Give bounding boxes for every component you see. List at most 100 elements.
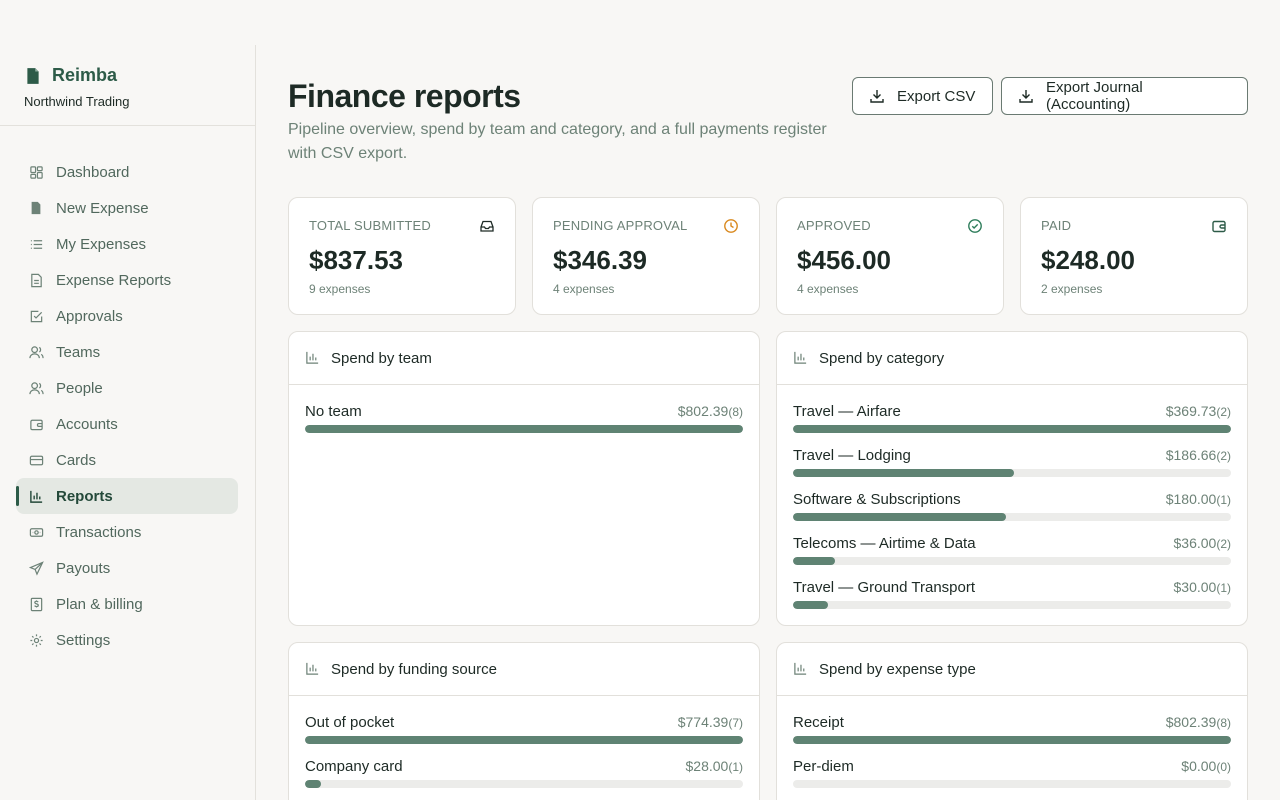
stat-subtext: 2 expenses xyxy=(1041,282,1103,296)
progress-track xyxy=(305,736,743,744)
sidebar-item-dashboard[interactable]: Dashboard xyxy=(16,154,238,190)
breakdown-row: Receipt $802.39(8) xyxy=(793,714,1231,758)
row-amount: $28.00 xyxy=(685,758,729,774)
stat-card-approved: Approved $456.00 4 expenses xyxy=(776,197,1004,315)
row-count: (1) xyxy=(1216,493,1231,507)
breakdown-row: No team $802.39(8) xyxy=(305,403,743,447)
progress-track xyxy=(793,425,1231,433)
stats-row: Total submitted $837.53 9 expenses Pendi… xyxy=(288,197,1248,315)
progress-track xyxy=(793,736,1231,744)
row-value: $802.39(8) xyxy=(1166,714,1231,731)
banknote-icon xyxy=(28,524,44,540)
row-value: $30.00(1) xyxy=(1174,579,1232,596)
progress-fill xyxy=(793,425,1231,433)
download-icon xyxy=(1018,88,1034,104)
progress-track xyxy=(793,557,1231,565)
sidebar-item-plan-billing[interactable]: Plan & billing xyxy=(16,586,238,622)
row-label: Travel — Lodging xyxy=(793,447,911,464)
people-icon xyxy=(28,380,44,396)
page-subtitle: Pipeline overview, spend by team and cat… xyxy=(288,121,827,162)
export-csv-button[interactable]: Export CSV xyxy=(852,77,993,115)
wallet-icon xyxy=(1211,218,1227,234)
panel-rows: Travel — Airfare $369.73(2) Travel — Lodgi… xyxy=(777,385,1247,623)
stat-subtext: 9 expenses xyxy=(309,282,371,296)
progress-fill xyxy=(305,425,743,433)
stat-subtext: 4 expenses xyxy=(553,282,615,296)
panel-rows: Out of pocket $774.39(7) Company card $28.0… xyxy=(289,696,759,800)
stat-label: Paid xyxy=(1041,218,1072,233)
bar-chart-icon xyxy=(28,488,44,504)
row-count: (1) xyxy=(728,760,743,774)
row-count: (0) xyxy=(1216,760,1231,774)
progress-fill xyxy=(305,736,743,744)
progress-track xyxy=(305,780,743,788)
progress-fill xyxy=(793,513,1007,521)
document-logo-icon xyxy=(24,67,42,85)
check-circle-icon xyxy=(967,218,983,234)
row-value: $369.73(2) xyxy=(1166,403,1231,420)
stat-label: Approved xyxy=(797,218,871,233)
progress-track xyxy=(305,425,743,433)
stat-value: $346.39 xyxy=(553,245,647,275)
panel-header: Spend by funding source xyxy=(289,643,759,696)
panel-rows: Receipt $802.39(8) Per-diem $0.00(0) xyxy=(777,696,1247,800)
panel-title: Spend by funding source xyxy=(331,660,497,678)
row-amount: $369.73 xyxy=(1165,403,1217,419)
page-title: Finance reports xyxy=(288,78,521,114)
row-count: (8) xyxy=(1216,716,1231,730)
panel-spend-by-category: Spend by category Travel — Airfare $369.7… xyxy=(776,331,1248,626)
sidebar-item-people[interactable]: People xyxy=(16,370,238,406)
row-label: Travel — Airfare xyxy=(793,403,901,420)
bar-chart-icon xyxy=(793,350,809,366)
row-label: Software & Subscriptions xyxy=(793,491,961,508)
row-amount: $802.39 xyxy=(677,403,729,419)
sidebar: Reimba Northwind Trading Dashboard New E… xyxy=(0,45,256,800)
row-count: (1) xyxy=(1216,581,1231,595)
sidebar-item-label: Accounts xyxy=(56,415,118,433)
row-label: No team xyxy=(305,403,362,420)
stat-card-paid: Paid $248.00 2 expenses xyxy=(1020,197,1248,315)
stat-card-total-submitted: Total submitted $837.53 9 expenses xyxy=(288,197,516,315)
row-value: $28.00(1) xyxy=(686,758,744,775)
brand: Reimba Northwind Trading xyxy=(0,45,255,126)
sidebar-item-payouts[interactable]: Payouts xyxy=(16,550,238,586)
sidebar-nav: Dashboard New Expense My Expenses Expens… xyxy=(0,126,255,658)
panel-spend-by-funding-source: Spend by funding source Out of pocket $77… xyxy=(288,642,760,800)
sidebar-item-transactions[interactable]: Transactions xyxy=(16,514,238,550)
panel-rows: No team $802.39(8) xyxy=(289,385,759,447)
panel-title: Spend by expense type xyxy=(819,660,976,678)
stat-label: Pending approval xyxy=(553,218,688,233)
check-square-icon xyxy=(28,308,44,324)
sidebar-item-label: Teams xyxy=(56,343,101,361)
sidebar-item-label: Approvals xyxy=(56,307,123,325)
sidebar-item-label: Plan & billing xyxy=(56,595,143,613)
export-journal-button[interactable]: Export Journal (Accounting) xyxy=(1001,77,1248,115)
sidebar-item-approvals[interactable]: Approvals xyxy=(16,298,238,334)
sidebar-item-cards[interactable]: Cards xyxy=(16,442,238,478)
sidebar-item-label: Cards xyxy=(56,451,97,469)
panel-title: Spend by team xyxy=(331,349,432,367)
export-csv-label: Export CSV xyxy=(897,87,976,105)
document-icon xyxy=(28,272,44,288)
sidebar-item-label: Settings xyxy=(56,631,111,649)
sidebar-item-settings[interactable]: Settings xyxy=(16,622,238,658)
row-value: $774.39(7) xyxy=(678,714,743,731)
row-label: Receipt xyxy=(793,714,844,731)
sidebar-item-label: My Expenses xyxy=(56,235,147,253)
sidebar-item-teams[interactable]: Teams xyxy=(16,334,238,370)
card-icon xyxy=(28,452,44,468)
sidebar-item-expense-reports[interactable]: Expense Reports xyxy=(16,262,238,298)
progress-track xyxy=(793,601,1231,609)
panel-header: Spend by team xyxy=(289,332,759,385)
sidebar-item-new-expense[interactable]: New Expense xyxy=(16,190,238,226)
row-label: Per-diem xyxy=(793,758,854,775)
sidebar-item-accounts[interactable]: Accounts xyxy=(16,406,238,442)
brand-name[interactable]: Reimba xyxy=(52,65,117,86)
row-value: $186.66(2) xyxy=(1166,447,1231,464)
row-amount: $774.39 xyxy=(677,714,729,730)
sidebar-item-label: Reports xyxy=(56,487,113,505)
sidebar-item-my-expenses[interactable]: My Expenses xyxy=(16,226,238,262)
sidebar-item-reports[interactable]: Reports xyxy=(16,478,238,514)
stat-card-pending-approval: Pending approval $346.39 4 expenses xyxy=(532,197,760,315)
row-count: (2) xyxy=(1216,449,1231,463)
